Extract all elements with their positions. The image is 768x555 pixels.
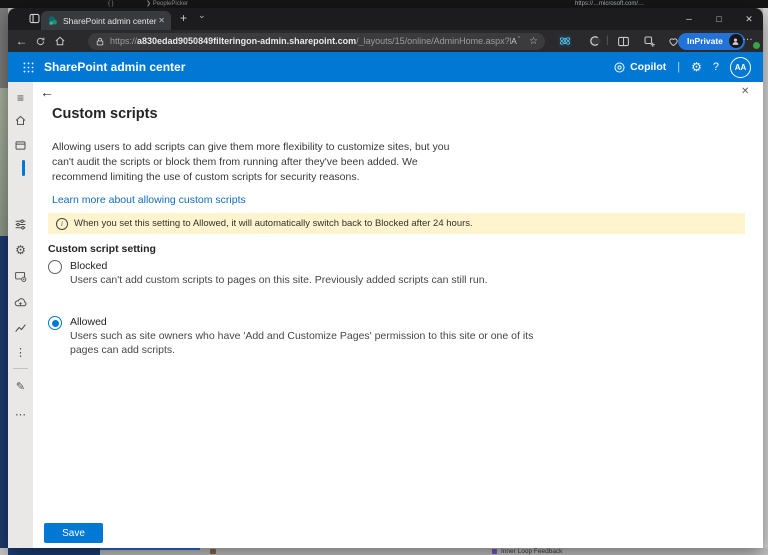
notification-dot (752, 41, 761, 50)
nav-reports-icon[interactable] (8, 317, 33, 337)
background-breadcrumb-fragment: ❯ PeoplePicker (146, 0, 188, 8)
panel-back-button[interactable]: ← (40, 84, 54, 100)
sharepoint-favicon-icon (47, 15, 58, 26)
help-icon[interactable]: ? (713, 61, 719, 73)
radio-allowed-label[interactable]: Allowed (70, 316, 107, 328)
settings-gear-icon[interactable]: ⚙ (691, 60, 702, 74)
browser-home-icon[interactable] (50, 35, 69, 47)
panel-close-button[interactable]: ✕ (741, 86, 749, 97)
nav-migration-icon[interactable] (8, 292, 33, 312)
nav-overflow-icon[interactable]: ⋯ (8, 404, 33, 424)
browser-tab-sharepoint[interactable]: SharePoint admin center ✕ (41, 11, 171, 30)
nav-divider (13, 368, 28, 369)
toolbar-divider: | (606, 35, 609, 46)
learn-more-link[interactable]: Learn more about allowing custom scripts (52, 194, 246, 206)
custom-scripts-panel: ← ✕ Custom scripts Allowing users to add… (33, 82, 763, 548)
site-security-lock-icon[interactable] (95, 36, 105, 47)
nav-more-features-icon[interactable]: ⋮ (8, 342, 33, 362)
background-feedback-fragment: Inner Loop Feedback (501, 548, 562, 555)
app-body: ≡ ⚙ ⋮ ✎ ⋯ (8, 82, 763, 548)
background-code-fragment: { } (108, 0, 114, 8)
radio-blocked-description: Users can't add custom scripts to pages … (70, 274, 538, 288)
background-window-bottom-strip: Inner Loop Feedback (0, 548, 768, 555)
browser-window: SharePoint admin center ✕ + ⌄ – □ ✕ ← ht… (8, 8, 763, 548)
background-avatar-dot (210, 549, 216, 554)
nav-content-services-icon[interactable] (8, 266, 33, 286)
background-window-left-strip (0, 8, 8, 555)
warning-banner: i When you set this setting to Allowed, … (48, 213, 745, 234)
nav-sites-icon[interactable] (8, 135, 33, 155)
window-minimize-button[interactable]: – (676, 8, 702, 30)
suite-header-title: SharePoint admin center (44, 60, 185, 74)
background-window-top-strip: { } ❯ PeoplePicker https://…microsoft.co… (0, 0, 768, 8)
tab-close-icon[interactable]: ✕ (158, 16, 165, 25)
window-maximize-button[interactable]: □ (706, 8, 732, 30)
background-url-fragment: https://…microsoft.com/… (575, 0, 644, 8)
browser-settings-more-icon[interactable]: … (742, 31, 754, 43)
nav-active-indicator[interactable] (22, 160, 25, 176)
copilot-label: Copilot (630, 61, 666, 73)
extensions-icon[interactable] (638, 30, 660, 52)
background-photo-sliver (0, 88, 8, 236)
workspaces-icon[interactable] (28, 12, 41, 25)
favorites-star-icon[interactable]: ☆ (529, 36, 538, 47)
nav-settings-icon[interactable]: ⚙ (8, 240, 33, 260)
left-nav: ≡ ⚙ ⋮ ✎ ⋯ (8, 82, 33, 548)
inprivate-label: InPrivate (687, 36, 723, 46)
background-navy-fragment (8, 548, 100, 555)
read-aloud-icon[interactable]: A⌃ (511, 36, 521, 46)
inprivate-badge[interactable]: InPrivate (678, 33, 745, 50)
background-app-icon (492, 549, 497, 554)
suite-header: SharePoint admin center Copilot | ⚙ ? AA (8, 52, 763, 82)
radio-allowed[interactable] (48, 316, 62, 330)
new-tab-button[interactable]: + (180, 11, 187, 25)
browser-back-icon[interactable]: ← (12, 34, 31, 48)
window-close-button[interactable]: ✕ (736, 8, 762, 30)
address-input[interactable]: https://a830edad9050849filteringon-admin… (88, 33, 545, 50)
background-blue-line (100, 548, 200, 550)
address-url: https://a830edad9050849filteringon-admin… (110, 36, 511, 46)
warning-text: When you set this setting to Allowed, it… (74, 218, 473, 229)
nav-home-icon[interactable] (8, 110, 33, 130)
setting-heading: Custom script setting (48, 243, 156, 255)
nav-menu-icon[interactable]: ≡ (8, 88, 33, 108)
browser-tab-bar: SharePoint admin center ✕ + ⌄ – □ ✕ (8, 8, 763, 30)
copilot-button[interactable]: Copilot (613, 61, 666, 74)
background-window-right-strip (763, 8, 768, 555)
app-launcher-waffle-icon[interactable] (22, 61, 35, 74)
radio-allowed-description: Users such as site owners who have 'Add … (70, 330, 538, 357)
account-avatar[interactable]: AA (730, 57, 751, 78)
background-panel-sliver (0, 236, 8, 555)
panel-description: Allowing users to add scripts can give t… (52, 140, 467, 185)
browser-address-bar: ← https://a830edad9050849filteringon-adm… (8, 30, 763, 52)
split-screen-icon[interactable] (612, 30, 634, 52)
tab-list-dropdown-icon[interactable]: ⌄ (198, 10, 206, 21)
extension-circle-icon[interactable] (584, 30, 606, 52)
radio-blocked-label[interactable]: Blocked (70, 260, 107, 272)
tab-title: SharePoint admin center (63, 16, 158, 26)
panel-title: Custom scripts (52, 106, 158, 122)
profile-avatar-icon (729, 34, 743, 48)
info-icon: i (56, 218, 68, 230)
save-button[interactable]: Save (44, 523, 103, 543)
extension-atom-icon[interactable] (554, 30, 576, 52)
nav-policies-icon[interactable] (8, 214, 33, 234)
nav-edit-icon[interactable]: ✎ (8, 376, 33, 396)
radio-blocked[interactable] (48, 260, 62, 274)
browser-refresh-icon[interactable] (31, 36, 50, 47)
header-divider: | (677, 61, 680, 73)
